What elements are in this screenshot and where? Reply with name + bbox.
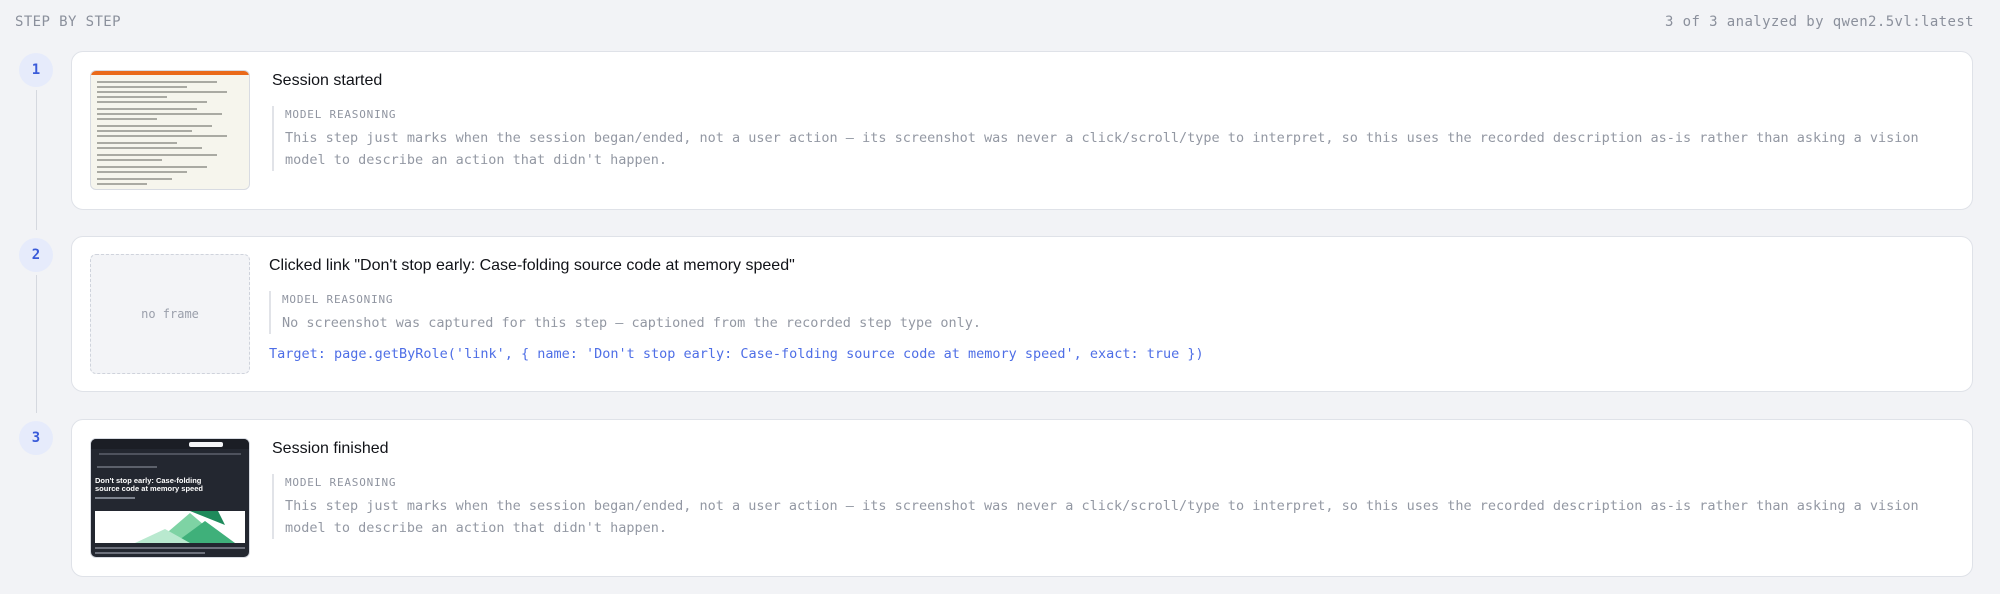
reasoning-label: MODEL REASONING (285, 476, 397, 489)
step-card-3[interactable]: Don't stop early: Case-folding source co… (71, 419, 1973, 577)
model-reasoning: MODEL REASONING This step just marks whe… (272, 106, 1946, 171)
thumbnail-line (97, 159, 162, 161)
page-title: STEP BY STEP (15, 14, 121, 30)
thumbnail-line (97, 147, 202, 149)
timeline-rail-1 (36, 90, 37, 230)
step-thumbnail[interactable] (90, 70, 250, 190)
reasoning-text: This step just marks when the session be… (285, 498, 1919, 536)
thumbnail-line (97, 178, 172, 180)
header: STEP BY STEP 3 of 3 analyzed by qwen2.5v… (15, 12, 1974, 32)
reasoning-label: MODEL REASONING (282, 293, 394, 306)
reasoning-label: MODEL REASONING (285, 108, 397, 121)
thumbnail-line (97, 130, 192, 132)
step-title: Clicked link "Don't stop early: Case-fol… (269, 257, 795, 274)
step-title: Session finished (272, 440, 389, 457)
reasoning-text: No screenshot was captured for this step… (282, 315, 981, 331)
timeline-rail-2 (36, 275, 37, 413)
thumbnail-line (97, 125, 212, 127)
thumbnail-line (97, 101, 207, 103)
thumbnail-line (97, 96, 167, 98)
reasoning-text: This step just marks when the session be… (285, 130, 1919, 168)
step-card-1[interactable]: Session started MODEL REASONING This ste… (71, 51, 1973, 210)
thumbnail-top-bar (91, 71, 249, 75)
thumbnail-subnav (99, 453, 241, 455)
target-locator: Target: page.getByRole('link', { name: '… (269, 346, 1204, 362)
thumbnail-line (97, 91, 227, 93)
thumbnail-line (97, 135, 227, 137)
thumbnail-nav-button (189, 442, 223, 447)
thumbnail-line (97, 142, 177, 144)
no-frame-placeholder: no frame (90, 254, 250, 374)
thumbnail-line (97, 108, 197, 110)
thumbnail-nav (91, 439, 249, 449)
thumbnail-line (97, 171, 187, 173)
thumbnail-line (97, 183, 147, 185)
step-number-badge: 1 (19, 53, 53, 87)
analysis-status: 3 of 3 analyzed by qwen2.5vl:latest (1664, 14, 1974, 30)
thumbnail-breadcrumb (97, 466, 157, 468)
thumbnail-hero-image (95, 511, 245, 543)
step-thumbnail[interactable]: Don't stop early: Case-folding source co… (90, 438, 250, 558)
thumbnail-line (97, 86, 187, 88)
thumbnail-line (97, 166, 207, 168)
model-reasoning: MODEL REASONING This step just marks whe… (272, 474, 1946, 539)
thumbnail-text-line (95, 547, 245, 549)
thumbnail-headline: Don't stop early: Case-folding source co… (95, 476, 203, 493)
thumbnail-line (97, 118, 157, 120)
model-reasoning: MODEL REASONING No screenshot was captur… (269, 291, 1946, 334)
step-title: Session started (272, 72, 383, 89)
step-number-badge: 2 (19, 238, 53, 272)
thumbnail-byline (95, 497, 135, 499)
thumbnail-text-line (95, 552, 205, 554)
thumbnail-line (97, 81, 217, 83)
step-number-badge: 3 (19, 421, 53, 455)
hero-graphic (135, 511, 235, 543)
thumbnail-line (97, 154, 217, 156)
thumbnail-line (97, 113, 222, 115)
step-card-2[interactable]: no frame Clicked link "Don't stop early:… (71, 236, 1973, 392)
